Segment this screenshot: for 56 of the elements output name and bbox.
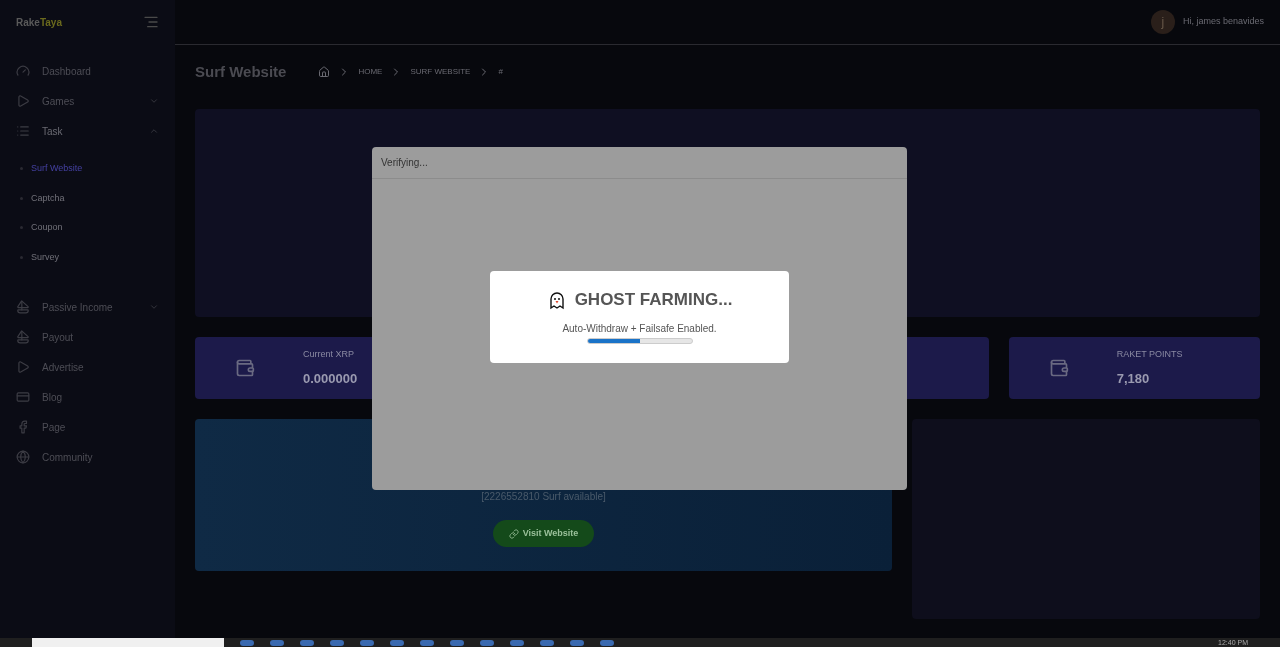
menu-icon[interactable] [143,14,159,30]
sidebar-item[interactable]: Blog [0,382,175,412]
breadcrumb-item[interactable]: SURF WEBSITE [410,66,471,78]
sidebar-item[interactable]: Page [0,412,175,442]
search-field[interactable] [32,638,224,647]
home-icon [318,66,331,78]
sidebar-item[interactable]: Games [0,86,175,116]
sidebar-item[interactable]: Payout [0,322,175,352]
link-icon [508,528,519,539]
status-heading: GHOST FARMING... [574,289,733,311]
taskbar-app-icon[interactable] [390,639,404,646]
taskbar-app-icon[interactable] [510,639,524,646]
wallet-icon [1048,358,1069,378]
taskbar-app-icon[interactable] [570,639,584,646]
stat-value: 0.000000 [303,370,358,388]
list-icon [16,124,30,138]
play-icon [16,360,30,374]
wallet-icon [235,358,255,378]
taskbar-app-icon[interactable] [240,639,254,646]
submenu-item[interactable]: Surf Website [0,154,175,184]
stat-label: RAKET POINTS [1116,347,1183,361]
sidebar-item[interactable]: Task [0,116,175,146]
taskbar-app-icon[interactable] [450,639,464,646]
submenu-item[interactable]: Captcha [0,183,175,213]
status-subtitle: Auto-Withdraw + Failsafe Enabled. [562,321,717,336]
breadcrumb-item[interactable]: HOME [358,66,383,78]
page-title: Surf Website [195,61,287,82]
submenu-item[interactable]: Survey [0,242,175,272]
taskbar-app-icon[interactable] [360,639,374,646]
sidebar-item[interactable]: Passive Income [0,292,175,322]
globe-icon [16,450,30,464]
user-greeting: Hi, james benavides [1182,15,1264,29]
boat-icon [16,330,30,344]
boat-icon [16,300,30,314]
taskbar-app-icon[interactable] [270,639,284,646]
sidebar-item[interactable]: Community [0,442,175,472]
gauge-icon [16,64,30,78]
taskbar-app-icon[interactable] [600,639,614,646]
taskbar-app-icon[interactable] [330,639,344,646]
taskbar-app-icon[interactable] [540,639,554,646]
sidebar-item[interactable]: Advertise [0,352,175,382]
surf-info: [2226552810 Surf available] [481,490,606,504]
taskbar-app-icon[interactable] [420,639,434,646]
modal-title: Verifying... [381,156,428,170]
play-icon [16,94,30,108]
facebook-icon [16,420,30,434]
breadcrumb-item[interactable]: # [498,66,503,78]
stat-value: 7,180 [1116,370,1151,388]
sidebar-item[interactable]: Dashboard [0,56,175,86]
taskbar-app-icon[interactable] [480,639,494,646]
card-icon [16,390,30,404]
brand-logo[interactable]: RakeTaya [16,14,62,30]
taskbar-app-icon[interactable] [300,639,314,646]
stat-label: Current XRP [303,347,356,361]
submenu-item[interactable]: Coupon [0,213,175,243]
visit-website-button[interactable]: Visit Website [492,520,595,547]
